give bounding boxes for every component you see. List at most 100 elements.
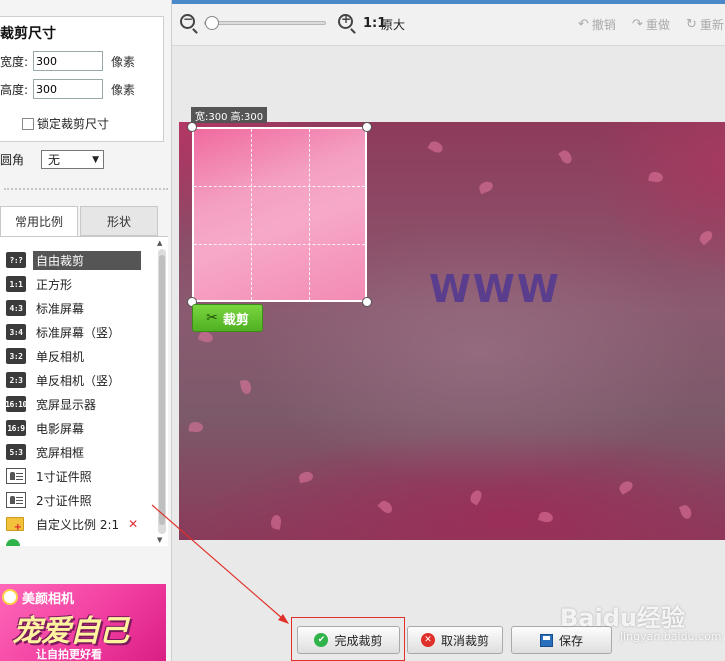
ratio-item-3-4[interactable]: 3:4 标准屏幕（竖） bbox=[6, 322, 123, 342]
ratio-item-add[interactable] bbox=[6, 536, 28, 546]
watermark-text: Baidu经验 bbox=[560, 604, 685, 632]
crop-tool-window: 裁剪尺寸 宽度: 像素 高度: 像素 锁定裁剪尺寸 圆角 无 ▼ bbox=[0, 0, 725, 661]
ratio-16-9-icon: 16:9 bbox=[6, 420, 26, 436]
save-icon bbox=[539, 633, 553, 647]
lock-size-label: 锁定裁剪尺寸 bbox=[37, 117, 110, 131]
ratio-label: 宽屏相框 bbox=[36, 445, 85, 460]
undo-icon: ↶ bbox=[578, 17, 589, 32]
ratio-item-id-1[interactable]: 1寸证件照 bbox=[6, 466, 95, 486]
id-photo-icon bbox=[6, 492, 26, 508]
add-icon bbox=[6, 539, 20, 546]
ad-banner[interactable]: 美颜相机 宠爱自己 让自拍更好看 bbox=[0, 584, 166, 661]
ratio-item-free[interactable]: ?:? 自由裁剪 bbox=[6, 250, 141, 270]
finish-crop-button[interactable]: ✔ 完成裁剪 bbox=[297, 626, 400, 654]
ratio-5-3-icon: 5:3 bbox=[6, 444, 26, 460]
zoom-in-icon[interactable]: + bbox=[338, 12, 353, 29]
ratio-item-custom[interactable]: 自定义比例 2:1 ✕ bbox=[6, 514, 138, 534]
petal-decoration bbox=[617, 479, 635, 495]
ratio-4-3-icon: 4:3 bbox=[6, 300, 26, 316]
ratio-item-square[interactable]: 1:1 正方形 bbox=[6, 274, 75, 294]
grid-line bbox=[309, 129, 310, 300]
crop-size-title: 裁剪尺寸 bbox=[0, 26, 56, 42]
crop-button[interactable]: ✂ 裁剪 bbox=[192, 304, 263, 332]
crop-button-label: 裁剪 bbox=[222, 312, 249, 328]
ratio-item-4-3[interactable]: 4:3 标准屏幕 bbox=[6, 298, 87, 318]
ratio-item-id-2[interactable]: 2寸证件照 bbox=[6, 490, 95, 510]
ratio-3-2-icon: 3:2 bbox=[6, 348, 26, 364]
crop-handle-top-right[interactable] bbox=[362, 122, 372, 132]
redo-button[interactable]: ↷ 重做 bbox=[632, 16, 670, 33]
tab-common-ratio[interactable]: 常用比例 bbox=[0, 206, 78, 236]
petal-decoration bbox=[648, 170, 664, 184]
id-photo-icon bbox=[6, 468, 26, 484]
watermark-subtext: jingyan.baidu.com bbox=[620, 630, 722, 643]
cancel-crop-label: 取消裁剪 bbox=[440, 633, 489, 648]
petal-decoration bbox=[188, 421, 204, 433]
redo-label: 重做 bbox=[645, 18, 670, 32]
toolbar: − + 1:1 原大 ↶ 撤销 ↷ 重做 ↻ 重新 bbox=[172, 0, 725, 46]
reset-label: 重新 bbox=[699, 18, 724, 32]
crop-handle-top-left[interactable] bbox=[187, 122, 197, 132]
list-scrollbar[interactable] bbox=[158, 249, 166, 534]
photo-text: WWW bbox=[429, 267, 561, 311]
crop-size-panel: 裁剪尺寸 宽度: 像素 高度: 像素 锁定裁剪尺寸 bbox=[0, 16, 164, 142]
petal-decoration bbox=[558, 148, 574, 166]
undo-button[interactable]: ↶ 撤销 bbox=[578, 16, 616, 33]
petal-decoration bbox=[678, 503, 694, 521]
ad-slogan: 宠爱自己 bbox=[12, 614, 129, 649]
folder-add-icon bbox=[6, 517, 24, 533]
ratio-item-5-3[interactable]: 5:3 宽屏相框 bbox=[6, 442, 87, 462]
corner-row: 圆角 无 ▼ bbox=[0, 150, 104, 169]
save-label: 保存 bbox=[558, 633, 583, 648]
petal-decoration bbox=[298, 470, 314, 484]
crop-handle-bottom-right[interactable] bbox=[362, 297, 372, 307]
lock-size-option[interactable]: 锁定裁剪尺寸 bbox=[22, 115, 109, 132]
ratio-label: 单反相机 bbox=[36, 349, 85, 364]
ratio-item-2-3[interactable]: 2:3 单反相机（竖） bbox=[6, 370, 123, 390]
height-unit: 像素 bbox=[111, 82, 136, 97]
scrollbar-thumb[interactable] bbox=[159, 255, 165, 525]
petal-decoration bbox=[197, 329, 215, 345]
corner-select[interactable]: 无 ▼ bbox=[41, 150, 104, 169]
ratio-label: 电影屏幕 bbox=[36, 421, 85, 436]
toolbar-accent-line bbox=[172, 0, 725, 4]
reset-button[interactable]: ↻ 重新 bbox=[686, 16, 724, 33]
chevron-down-icon: ▼ bbox=[92, 154, 99, 165]
ratio-item-16-10[interactable]: 16:10 宽屏显示器 bbox=[5, 394, 99, 414]
delete-icon[interactable]: ✕ bbox=[128, 517, 138, 531]
ratio-item-16-9[interactable]: 16:9 电影屏幕 bbox=[6, 418, 87, 438]
ratio-item-3-2[interactable]: 3:2 单反相机 bbox=[6, 346, 87, 366]
width-row: 宽度: 像素 bbox=[0, 51, 135, 71]
ratio-2-3-icon: 2:3 bbox=[6, 372, 26, 388]
cancel-crop-button[interactable]: ✕ 取消裁剪 bbox=[407, 626, 503, 654]
width-input[interactable] bbox=[33, 51, 103, 71]
original-size-button[interactable]: 原大 bbox=[381, 16, 405, 33]
ratio-16-10-icon: 16:10 bbox=[5, 396, 27, 412]
ratio-label: 正方形 bbox=[36, 277, 73, 292]
ratio-1-1-icon: 1:1 bbox=[6, 276, 26, 292]
check-icon: ✔ bbox=[314, 633, 329, 647]
zoom-slider-knob[interactable] bbox=[205, 16, 219, 30]
scroll-down-icon[interactable]: ▼ bbox=[157, 536, 162, 544]
height-label: 高度: bbox=[0, 82, 29, 97]
petal-decoration bbox=[377, 498, 395, 516]
ratio-label: 自由裁剪 bbox=[33, 250, 141, 270]
left-panel: 裁剪尺寸 宽度: 像素 高度: 像素 锁定裁剪尺寸 圆角 无 ▼ bbox=[0, 0, 172, 661]
lock-size-checkbox[interactable] bbox=[22, 117, 34, 130]
tab-shape[interactable]: 形状 bbox=[80, 206, 158, 236]
zoom-slider[interactable] bbox=[204, 16, 326, 30]
cancel-icon: ✕ bbox=[420, 633, 435, 647]
height-input[interactable] bbox=[33, 79, 103, 99]
zoom-out-icon[interactable]: − bbox=[180, 12, 195, 29]
finish-crop-label: 完成裁剪 bbox=[334, 633, 383, 648]
undo-label: 撤销 bbox=[591, 18, 616, 32]
crop-selection[interactable] bbox=[192, 127, 367, 302]
ad-subtitle: 让自拍更好看 bbox=[36, 648, 102, 661]
petal-decoration bbox=[239, 379, 253, 395]
height-row: 高度: 像素 bbox=[0, 79, 135, 99]
ratio-free-icon: ?:? bbox=[6, 252, 26, 268]
canvas-area: WWW 宽:300 高:300 ✂ 裁剪 bbox=[172, 46, 725, 616]
ratio-tabs: 常用比例 形状 bbox=[0, 206, 168, 236]
camera-logo-icon bbox=[2, 589, 18, 605]
scroll-up-icon[interactable]: ▲ bbox=[157, 239, 162, 247]
